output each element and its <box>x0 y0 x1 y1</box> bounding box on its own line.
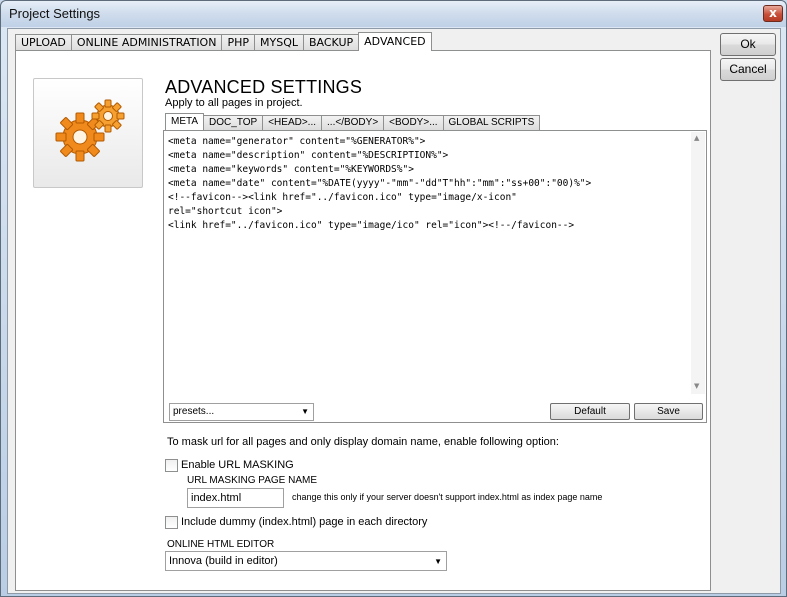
tab-php[interactable]: PHP <box>221 34 255 51</box>
code-section-tabs: META DOC_TOP <HEAD>... ...</BODY> <BODY>… <box>165 113 541 130</box>
online-html-editor-label: ONLINE HTML EDITOR <box>167 539 275 550</box>
settings-tabs: UPLOAD ONLINE ADMINISTRATION PHP MYSQL B… <box>15 32 432 51</box>
online-html-editor-value: Innova (build in editor) <box>169 555 278 567</box>
subtab-doc-top[interactable]: DOC_TOP <box>203 115 264 130</box>
page-subtitle: Apply to all pages in project. <box>165 97 303 109</box>
include-dummy-page-checkbox[interactable] <box>165 516 178 529</box>
window-title: Project Settings <box>9 6 101 21</box>
page-title: ADVANCED SETTINGS <box>165 77 363 97</box>
scroll-up-icon[interactable]: ▲ <box>694 134 699 142</box>
presets-dropdown[interactable]: presets... ▼ <box>169 403 314 421</box>
editor-scrollbar[interactable]: ▲ ▼ <box>691 132 705 394</box>
enable-url-masking-checkbox[interactable] <box>165 459 178 472</box>
enable-url-masking-label: Enable URL MASKING <box>181 459 294 471</box>
gears-icon-graphic <box>55 99 125 162</box>
code-editor[interactable]: <meta name="generator" content="%GENERAT… <box>168 135 690 397</box>
project-settings-window: Project Settings x UPLOAD ONLINE ADMINIS… <box>0 0 787 597</box>
gears-icon <box>33 78 143 188</box>
cancel-button[interactable]: Cancel <box>720 58 776 81</box>
subtab-meta[interactable]: META <box>165 113 205 130</box>
close-icon: x <box>769 6 777 20</box>
tab-advanced[interactable]: ADVANCED <box>358 32 432 51</box>
tab-backup[interactable]: BACKUP <box>302 34 360 51</box>
tab-mysql[interactable]: MYSQL <box>254 34 304 51</box>
close-button[interactable]: x <box>763 5 783 22</box>
scroll-down-icon[interactable]: ▼ <box>694 382 699 390</box>
save-button[interactable]: Save <box>634 403 703 420</box>
chevron-down-icon: ▼ <box>434 557 442 566</box>
title-bar[interactable]: Project Settings x <box>1 1 786 27</box>
default-button[interactable]: Default <box>550 403 630 420</box>
subtab-body-end[interactable]: ...</BODY> <box>321 115 385 130</box>
tab-upload[interactable]: UPLOAD <box>15 34 72 51</box>
subtab-head[interactable]: <HEAD>... <box>262 115 323 130</box>
subtab-body-start[interactable]: <BODY>... <box>383 115 444 130</box>
url-masking-page-name-label: URL MASKING PAGE NAME <box>187 475 318 486</box>
subtab-global-scripts[interactable]: GLOBAL SCRIPTS <box>442 115 541 130</box>
dialog-body: UPLOAD ONLINE ADMINISTRATION PHP MYSQL B… <box>7 28 781 594</box>
tab-online-administration[interactable]: ONLINE ADMINISTRATION <box>70 34 223 51</box>
include-dummy-page-label: Include dummy (index.html) page in each … <box>181 516 428 528</box>
online-html-editor-select[interactable]: Innova (build in editor) ▼ <box>165 551 447 571</box>
url-masking-page-name-hint: change this only if your server doesn't … <box>292 492 603 502</box>
code-editor-frame: <meta name="generator" content="%GENERAT… <box>163 130 707 423</box>
url-masking-page-name-input[interactable]: index.html <box>187 488 284 508</box>
presets-value: presets... <box>173 406 215 417</box>
advanced-panel: ADVANCED SETTINGS Apply to all pages in … <box>15 50 711 591</box>
ok-button[interactable]: Ok <box>720 33 776 56</box>
url-masking-intro: To mask url for all pages and only displ… <box>167 436 559 448</box>
chevron-down-icon: ▼ <box>301 407 309 416</box>
